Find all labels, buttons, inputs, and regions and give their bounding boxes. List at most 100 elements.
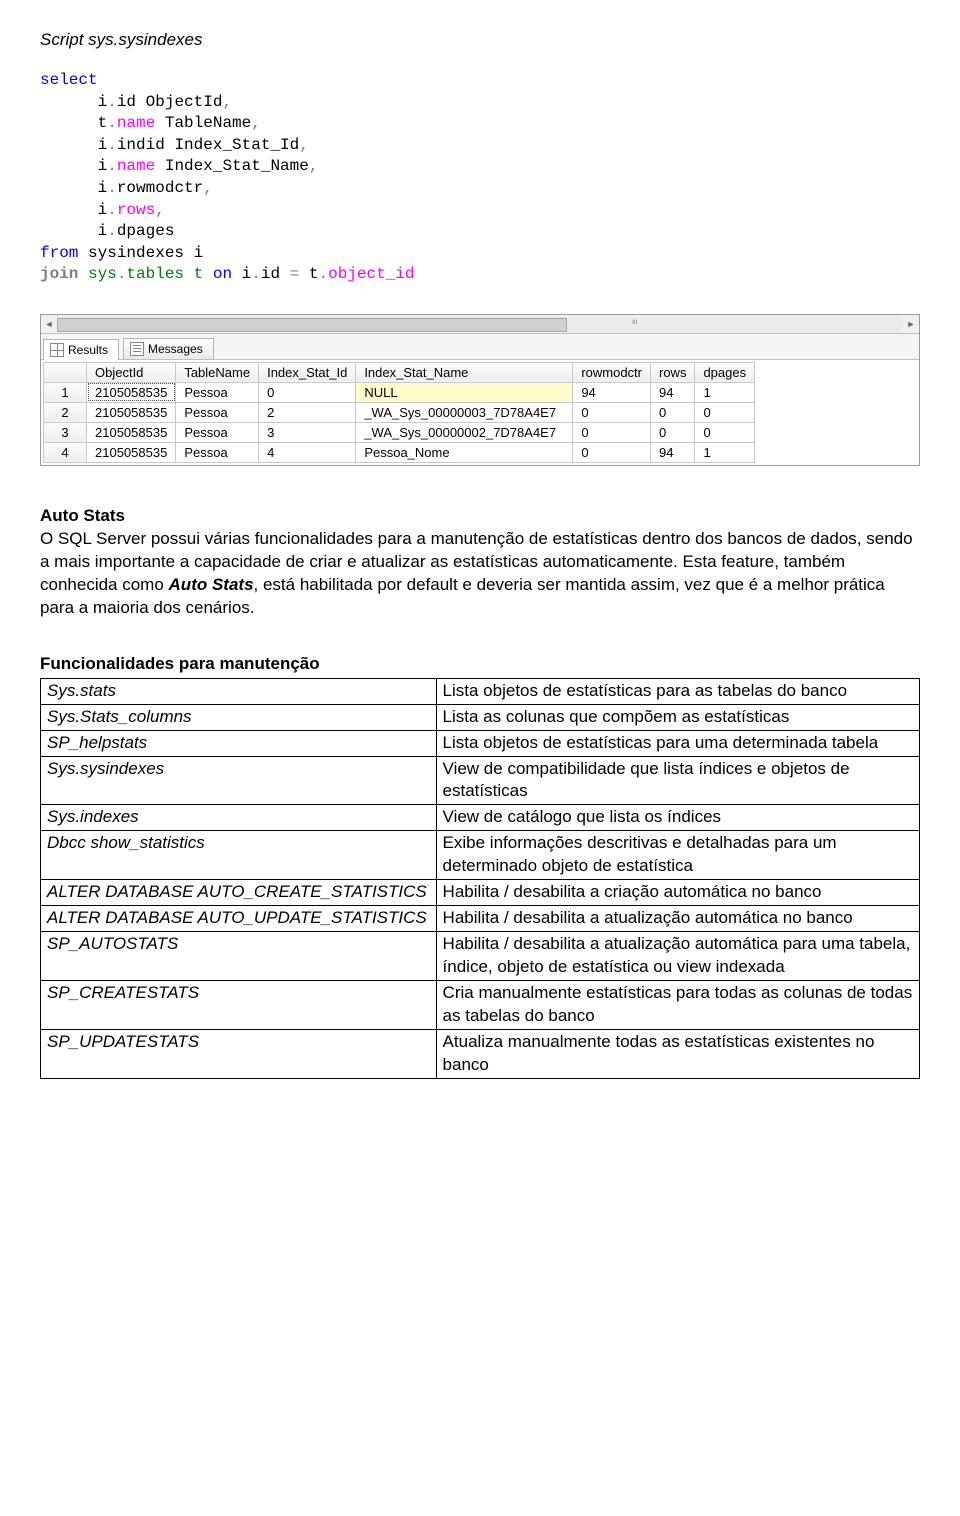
func-name: SP_CREATESTATS bbox=[41, 980, 437, 1029]
cell[interactable]: Pessoa bbox=[176, 442, 259, 462]
sql-ident: i bbox=[98, 179, 108, 197]
scroll-right-icon[interactable]: ► bbox=[903, 317, 919, 331]
sql-dot: . bbox=[107, 179, 117, 197]
func-desc: Lista objetos de estatísticas para uma d… bbox=[436, 730, 919, 756]
cell[interactable]: 0 bbox=[573, 402, 651, 422]
cell[interactable]: 94 bbox=[651, 442, 695, 462]
column-header[interactable]: TableName bbox=[176, 362, 259, 382]
table-row[interactable]: 32105058535Pessoa3_WA_Sys_00000002_7D78A… bbox=[44, 422, 755, 442]
func-row: Sys.statsLista objetos de estatísticas p… bbox=[41, 678, 920, 704]
func-desc: Habilita / desabilita a criação automáti… bbox=[436, 880, 919, 906]
cell[interactable]: 0 bbox=[651, 422, 695, 442]
sql-ident: i bbox=[98, 93, 108, 111]
func-desc: Habilita / desabilita a atualização auto… bbox=[436, 932, 919, 981]
func-name: ALTER DATABASE AUTO_UPDATE_STATISTICS bbox=[41, 906, 437, 932]
cell[interactable]: NULL bbox=[356, 382, 573, 402]
func-desc: View de catálogo que lista os índices bbox=[436, 805, 919, 831]
cell[interactable]: 2105058535 bbox=[87, 382, 176, 402]
func-row: ALTER DATABASE AUTO_UPDATE_STATISTICSHab… bbox=[41, 906, 920, 932]
sql-keyword: on bbox=[213, 265, 232, 283]
scroll-left-icon[interactable]: ◄ bbox=[41, 317, 57, 331]
column-header[interactable]: Index_Stat_Name bbox=[356, 362, 573, 382]
sql-table: tables t bbox=[126, 265, 212, 283]
func-desc: Lista as colunas que compõem as estatíst… bbox=[436, 704, 919, 730]
cell[interactable]: 0 bbox=[573, 422, 651, 442]
cell[interactable]: 0 bbox=[259, 382, 356, 402]
column-header[interactable]: ObjectId bbox=[87, 362, 176, 382]
sql-ident: id ObjectId bbox=[117, 93, 223, 111]
sql-ident: t bbox=[299, 265, 318, 283]
ssms-results-panel: ◄ III ► Results Messages ObjectId TableN… bbox=[40, 314, 920, 466]
func-desc: Lista objetos de estatísticas para as ta… bbox=[436, 678, 919, 704]
column-header[interactable]: Index_Stat_Id bbox=[259, 362, 356, 382]
tab-results[interactable]: Results bbox=[43, 339, 119, 360]
sql-ident: dpages bbox=[117, 222, 175, 240]
cell[interactable]: Pessoa bbox=[176, 382, 259, 402]
cell[interactable]: 0 bbox=[695, 422, 755, 442]
sql-func: object_id bbox=[328, 265, 414, 283]
cell[interactable]: 94 bbox=[651, 382, 695, 402]
cell[interactable]: 0 bbox=[573, 442, 651, 462]
sql-comma: , bbox=[203, 179, 213, 197]
table-row[interactable]: 42105058535Pessoa4Pessoa_Nome0941 bbox=[44, 442, 755, 462]
cell[interactable]: 0 bbox=[651, 402, 695, 422]
cell[interactable]: 0 bbox=[695, 402, 755, 422]
results-grid[interactable]: ObjectId TableName Index_Stat_Id Index_S… bbox=[43, 362, 755, 463]
script-title: Script sys.sysindexes bbox=[40, 30, 920, 50]
sql-comma: , bbox=[251, 114, 261, 132]
sql-code-block: select i.id ObjectId, t.name TableName, … bbox=[40, 70, 920, 286]
column-header[interactable]: rows bbox=[651, 362, 695, 382]
horizontal-scrollbar[interactable]: ◄ III ► bbox=[41, 315, 919, 334]
func-row: Sys.sysindexesView de compatibilidade qu… bbox=[41, 756, 920, 805]
sql-dot: . bbox=[318, 265, 328, 283]
cell[interactable]: 4 bbox=[259, 442, 356, 462]
func-name: Sys.Stats_columns bbox=[41, 704, 437, 730]
cell[interactable]: 2105058535 bbox=[87, 402, 176, 422]
cell[interactable]: Pessoa bbox=[176, 402, 259, 422]
scroll-thumb[interactable] bbox=[57, 318, 567, 332]
func-name: SP_UPDATESTATS bbox=[41, 1029, 437, 1078]
func-name: SP_helpstats bbox=[41, 730, 437, 756]
messages-icon bbox=[130, 342, 144, 356]
cell[interactable]: 1 bbox=[695, 382, 755, 402]
tab-messages[interactable]: Messages bbox=[123, 338, 214, 359]
sql-dot: . bbox=[107, 222, 117, 240]
cell[interactable]: 1 bbox=[695, 442, 755, 462]
row-number[interactable]: 1 bbox=[44, 382, 87, 402]
sql-dot: . bbox=[107, 114, 117, 132]
sql-comma: , bbox=[299, 136, 309, 154]
sql-ident: i bbox=[98, 136, 108, 154]
func-row: Dbcc show_statisticsExibe informações de… bbox=[41, 831, 920, 880]
cell[interactable]: 3 bbox=[259, 422, 356, 442]
cell[interactable]: Pessoa_Nome bbox=[356, 442, 573, 462]
sql-ident: id bbox=[261, 265, 290, 283]
cell[interactable]: 2105058535 bbox=[87, 422, 176, 442]
func-row: SP_AUTOSTATSHabilita / desabilita a atua… bbox=[41, 932, 920, 981]
cell[interactable]: _WA_Sys_00000002_7D78A4E7 bbox=[356, 422, 573, 442]
sql-operator: = bbox=[290, 265, 300, 283]
cell[interactable]: 94 bbox=[573, 382, 651, 402]
table-row[interactable]: 12105058535Pessoa0NULL94941 bbox=[44, 382, 755, 402]
tab-label: Results bbox=[68, 343, 108, 357]
grid-icon bbox=[50, 343, 64, 357]
table-row[interactable]: 22105058535Pessoa2_WA_Sys_00000003_7D78A… bbox=[44, 402, 755, 422]
column-header[interactable]: rowmodctr bbox=[573, 362, 651, 382]
cell[interactable]: 2105058535 bbox=[87, 442, 176, 462]
row-number[interactable]: 2 bbox=[44, 402, 87, 422]
func-desc: Atualiza manualmente todas as estatístic… bbox=[436, 1029, 919, 1078]
section-title-autostats: Auto Stats bbox=[40, 506, 920, 526]
func-desc: Exibe informações descritivas e detalhad… bbox=[436, 831, 919, 880]
cell[interactable]: Pessoa bbox=[176, 422, 259, 442]
column-header[interactable]: dpages bbox=[695, 362, 755, 382]
func-desc: Cria manualmente estatísticas para todas… bbox=[436, 980, 919, 1029]
func-row: SP_CREATESTATSCria manualmente estatísti… bbox=[41, 980, 920, 1029]
row-number[interactable]: 4 bbox=[44, 442, 87, 462]
func-name: Sys.sysindexes bbox=[41, 756, 437, 805]
row-number[interactable]: 3 bbox=[44, 422, 87, 442]
cell[interactable]: 2 bbox=[259, 402, 356, 422]
section-title-func: Funcionalidades para manutenção bbox=[40, 654, 920, 674]
sql-keyword: join bbox=[40, 265, 78, 283]
cell[interactable]: _WA_Sys_00000003_7D78A4E7 bbox=[356, 402, 573, 422]
func-desc: View de compatibilidade que lista índice… bbox=[436, 756, 919, 805]
sql-dot: . bbox=[107, 201, 117, 219]
